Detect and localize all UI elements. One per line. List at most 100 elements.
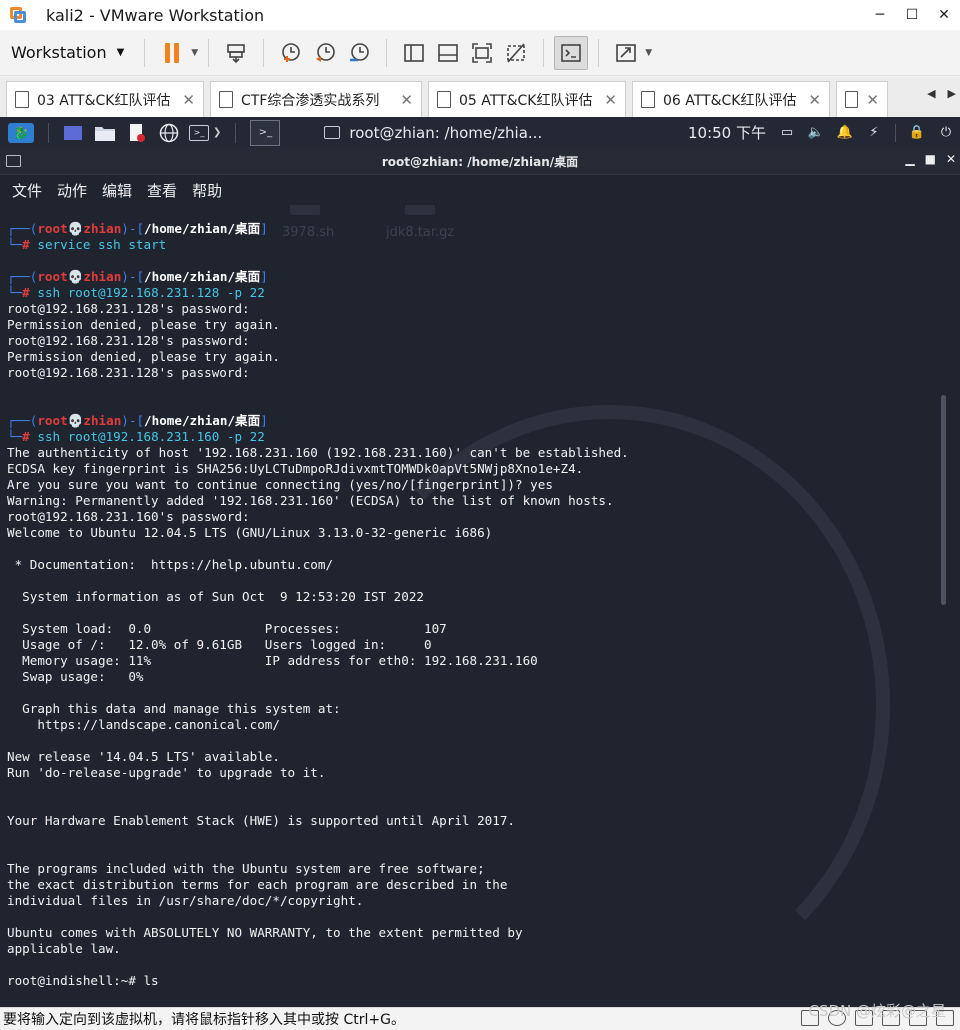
tab-vm-1[interactable]: 03 ATT&CK红队评估 ✕ bbox=[6, 81, 204, 117]
taskbar-window-title: root@zhian: /home/zhia... bbox=[349, 123, 543, 142]
command-line: ssh root@192.168.231.128 -p 22 bbox=[37, 285, 265, 300]
toolbar: Workstation ▼ ▼ ▼ bbox=[0, 30, 960, 76]
output-line: the exact distribution terms for each pr… bbox=[7, 877, 508, 892]
tab-label: CTF综合渗透实战系列 bbox=[241, 92, 380, 109]
tab-close-icon[interactable]: ✕ bbox=[604, 91, 617, 109]
terminal-window[interactable]: root@zhian: /home/zhian/桌面 ▁ ■ ✕ 文件 动作 编… bbox=[0, 148, 960, 1007]
output-line: System information as of Sun Oct 9 12:53… bbox=[7, 589, 425, 604]
workspace-terminal-button[interactable]: >_ bbox=[250, 119, 281, 146]
show-thumbnail-bar-button[interactable] bbox=[431, 36, 465, 70]
output-line: Welcome to Ubuntu 12.04.5 LTS (GNU/Linux… bbox=[7, 525, 493, 540]
stretch-icon bbox=[616, 43, 637, 62]
close-button[interactable]: ✕ bbox=[928, 0, 960, 30]
display-icon[interactable]: ▭ bbox=[779, 125, 795, 140]
tab-label: 06 ATT&CK红队评估 bbox=[663, 92, 797, 109]
output-line: Graph this data and manage this system a… bbox=[7, 701, 341, 716]
logout-icon[interactable]: ⏻ bbox=[938, 125, 954, 140]
snapshot-manager-button[interactable] bbox=[342, 36, 376, 70]
output-line: Swap usage: 0% bbox=[7, 669, 144, 684]
prompt-user: root bbox=[37, 269, 68, 284]
output-line: individual files in /usr/share/doc/*/cop… bbox=[7, 893, 364, 908]
tab-close-icon[interactable]: ✕ bbox=[400, 91, 413, 109]
menu-action[interactable]: 动作 bbox=[57, 180, 87, 201]
output-line: Run 'do-release-upgrade' to upgrade to i… bbox=[7, 765, 326, 780]
output-line: root@192.168.231.128's password: bbox=[7, 333, 250, 348]
tab-scroll-left-icon[interactable]: ◀ bbox=[927, 87, 935, 100]
tab-close-icon[interactable]: ✕ bbox=[866, 91, 879, 109]
power-manager-icon[interactable]: ⚡ bbox=[866, 125, 882, 140]
tab-vm-2[interactable]: CTF综合渗透实战系列 ✕ bbox=[210, 81, 422, 117]
lock-screen-icon[interactable]: 🔒 bbox=[909, 125, 925, 140]
taskbar-terminal-window[interactable]: root@zhian: /home/zhia... bbox=[324, 124, 542, 142]
status-message: 要将输入定向到该虚拟机，请将鼠标指针移入其中或按 Ctrl+G。 bbox=[3, 1012, 405, 1028]
toolbar-divider bbox=[543, 38, 545, 67]
launcher-chevron-icon[interactable]: ❯ bbox=[213, 127, 221, 138]
menu-edit[interactable]: 编辑 bbox=[102, 180, 132, 201]
title-bar: kali2 - VMware Workstation ─ ☐ ✕ bbox=[0, 0, 960, 30]
pause-dropdown-icon[interactable]: ▼ bbox=[191, 48, 198, 58]
toolbar-divider bbox=[144, 38, 146, 67]
tab-scroll-right-icon[interactable]: ▶ bbox=[948, 87, 956, 100]
unity-button[interactable] bbox=[499, 36, 533, 70]
menu-file[interactable]: 文件 bbox=[12, 180, 42, 201]
output-line: ECDSA key fingerprint is SHA256:UyLCTuDm… bbox=[7, 461, 584, 476]
output-line: Memory usage: 11% IP address for eth0: 1… bbox=[7, 653, 538, 668]
console-view-button[interactable] bbox=[554, 35, 589, 70]
workstation-menu[interactable]: Workstation ▼ bbox=[11, 43, 124, 62]
minimize-button[interactable]: ─ bbox=[864, 0, 896, 30]
maximize-button[interactable]: ☐ bbox=[896, 0, 928, 30]
clock[interactable]: 10:50 下午 bbox=[688, 122, 766, 143]
volume-icon[interactable]: 🔈 bbox=[808, 125, 824, 140]
kali-top-panel: 🐉 >_ ❯ >_ root@zhian: /home/zhia... 10:5… bbox=[0, 117, 960, 148]
menu-view[interactable]: 查看 bbox=[147, 180, 177, 201]
vm-document-icon bbox=[641, 91, 655, 108]
terminal-window-icon bbox=[6, 155, 21, 167]
output-line: New release '14.04.5 LTS' available. bbox=[7, 749, 280, 764]
kali-menu-icon[interactable]: 🐉 bbox=[8, 122, 34, 143]
show-desktop-icon[interactable] bbox=[61, 123, 85, 143]
keyboard-send-icon bbox=[227, 43, 246, 63]
guest-display[interactable]: 🐉 >_ ❯ >_ root@zhian: /home/zhia... 10:5… bbox=[0, 117, 960, 1007]
output-line: Warning: Permanently added '192.168.231.… bbox=[7, 493, 614, 508]
prompt-path: /home/zhian/桌面 bbox=[144, 221, 261, 236]
terminal-scrollbar[interactable] bbox=[941, 395, 946, 605]
notification-bell-icon[interactable]: 🔔 bbox=[837, 125, 853, 140]
terminal-launcher-icon[interactable]: >_ bbox=[189, 124, 209, 141]
csdn-watermark: CSDN @炫彩@之星 bbox=[808, 1002, 946, 1020]
terminal-minimize-button[interactable]: ▁ bbox=[905, 152, 914, 166]
terminal-maximize-button[interactable]: ■ bbox=[925, 152, 936, 166]
prompt-host: zhian bbox=[83, 413, 122, 428]
terminal-close-button[interactable]: ✕ bbox=[946, 152, 956, 166]
stretch-dropdown-icon[interactable]: ▼ bbox=[645, 48, 652, 58]
tab-label: 05 ATT&CK红队评估 bbox=[459, 92, 593, 109]
full-screen-button[interactable] bbox=[465, 36, 499, 70]
command-line: ssh root@192.168.231.160 -p 22 bbox=[37, 429, 265, 444]
revert-snapshot-button[interactable] bbox=[308, 36, 342, 70]
vmware-window: kali2 - VMware Workstation ─ ☐ ✕ Worksta… bbox=[0, 0, 960, 1030]
tab-close-icon[interactable]: ✕ bbox=[808, 91, 821, 109]
output-line: root@192.168.231.128's password: bbox=[7, 301, 250, 316]
text-editor-icon[interactable] bbox=[125, 123, 149, 143]
menu-help[interactable]: 帮助 bbox=[192, 180, 222, 201]
pause-button[interactable] bbox=[155, 36, 189, 70]
terminal-output-area[interactable]: 3978.sh jdk8.tar.gz ┌──(root💀zhian)-[/ho… bbox=[0, 205, 948, 1007]
tab-vm-5-active[interactable]: ✕ bbox=[836, 81, 888, 117]
file-manager-icon[interactable] bbox=[93, 123, 117, 143]
show-sidebar-button[interactable] bbox=[397, 36, 431, 70]
web-browser-icon[interactable] bbox=[157, 123, 181, 143]
tab-vm-4[interactable]: 06 ATT&CK红队评估 ✕ bbox=[632, 81, 830, 117]
send-ctrl-alt-del-button[interactable] bbox=[219, 36, 253, 70]
terminal-title: root@zhian: /home/zhian/桌面 bbox=[381, 154, 579, 169]
tab-vm-3[interactable]: 05 ATT&CK红队评估 ✕ bbox=[428, 81, 626, 117]
tab-close-icon[interactable]: ✕ bbox=[182, 91, 195, 109]
terminal-title-bar[interactable]: root@zhian: /home/zhian/桌面 ▁ ■ ✕ bbox=[0, 148, 960, 175]
take-snapshot-button[interactable] bbox=[274, 36, 308, 70]
output-line: https://landscape.canonical.com/ bbox=[7, 717, 280, 732]
skull-icon: 💀 bbox=[67, 221, 84, 236]
stretch-guest-button[interactable] bbox=[609, 36, 643, 70]
